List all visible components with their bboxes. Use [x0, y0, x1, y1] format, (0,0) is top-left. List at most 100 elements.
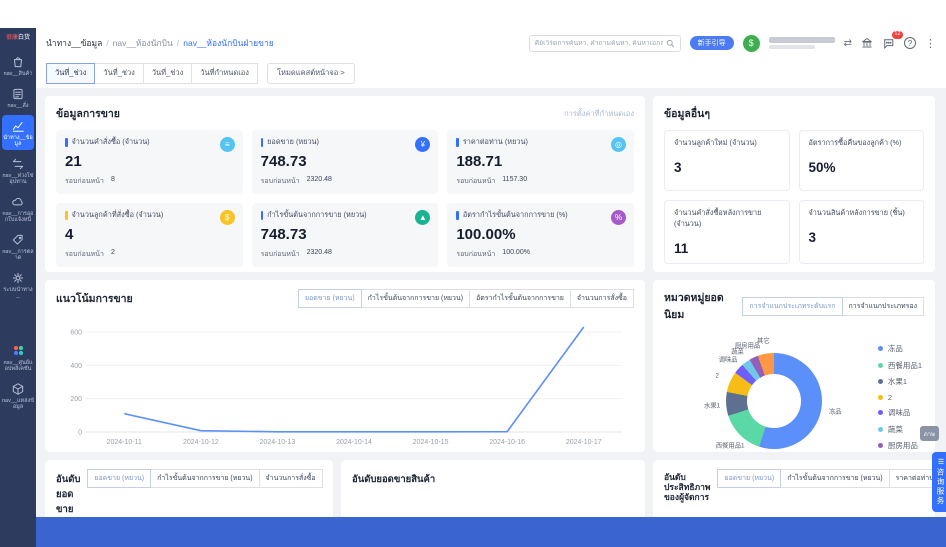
headset-icon: ☰: [937, 458, 944, 468]
messages-icon[interactable]: 12: [882, 37, 895, 50]
sales-trend-line-chart: 02004006002024-10-112024-10-122024-10-13…: [56, 316, 634, 448]
legend-item[interactable]: 蔬菜: [878, 424, 922, 435]
legend-item-label: 厨房用品: [888, 440, 918, 451]
legend-item-label: 蔬菜: [888, 424, 903, 435]
stat-card[interactable]: อัตรากำไรขั้นต้นจากการขาย (%)100.00%รอบก…: [447, 203, 634, 267]
svg-text:2024-10-13: 2024-10-13: [260, 439, 296, 446]
bottom-metric-tab-1[interactable]: ยอดขาย (หยวน): [87, 469, 151, 488]
legend-item[interactable]: 西餐用品1: [878, 360, 922, 371]
legend-item[interactable]: 调味品: [878, 407, 922, 418]
bottom-metric-tab-3[interactable]: ราคาต่อท่าน (หยวน): [889, 469, 935, 488]
stat-card-icon: ≡: [220, 137, 235, 152]
help-icon[interactable]: ?: [904, 37, 916, 49]
other-card-label: จำนวนคำสั่งซื้อหลังการขาย (จำนวน): [674, 208, 780, 230]
order-icon: [11, 87, 25, 101]
sidebar-item-9[interactable]: nav__แหล่งข้อมูล: [2, 378, 34, 413]
sidebar-item-label: ระบบนำทาง_: [2, 287, 34, 299]
stat-card[interactable]: จำนวนคำสั่งซื้อ (จำนวน)21รอบก่อนหน้า8≡: [56, 130, 243, 194]
breadcrumb-item[interactable]: nav__ห้องนักบิน: [113, 36, 173, 50]
stat-accent-bar: [261, 211, 264, 220]
breadcrumb-item[interactable]: นำทาง__ข้อมูล: [46, 36, 102, 50]
legend-color-dot: [878, 346, 883, 351]
donut-slice-label: 冻品: [829, 406, 842, 415]
bottom-panel-head: อันดับประสิทธิภาพของผู้จัดการยอดขาย (หยว…: [664, 469, 924, 502]
legend-item[interactable]: 厨房用品: [878, 440, 922, 451]
other-data-panel: ข้อมูลอื่นๆ จำนวนลูกค้าใหม่ (จำนวน)3อัตร…: [653, 96, 935, 272]
bottom-metric-tab-2[interactable]: กำไรขั้นต้นจากการขาย (หยวน): [150, 469, 259, 488]
date-range-tab-1[interactable]: วันที่_ช่วง: [46, 63, 95, 84]
other-data-card[interactable]: จำนวนสินค้าหลังการขาย (ชิ้น)3: [799, 200, 925, 264]
stat-card[interactable]: ราคาต่อท่าน (หยวน)188.71รอบก่อนหน้า1157.…: [447, 130, 634, 194]
donut-slice-label: 其它: [757, 335, 770, 344]
cast-mode-button[interactable]: โหมดแคสต์หน้าจอ >: [267, 63, 355, 84]
stat-card-title: ราคาต่อท่าน (หยวน): [456, 137, 625, 148]
other-card-value: 11: [674, 241, 780, 256]
stat-card[interactable]: กำไรขั้นต้นจากการขาย (หยวน)748.73รอบก่อน…: [252, 203, 439, 267]
bottom-metric-tab-2[interactable]: กำไรขั้นต้นจากการขาย (หยวน): [780, 469, 889, 488]
dashboard-content: ข้อมูลการขาย การตั้งค่าที่กำหนดเอง จำนวน…: [36, 88, 946, 517]
svg-text:2024-10-16: 2024-10-16: [489, 439, 525, 446]
sidebar-item-label: nav__แหล่งข้อมูล: [2, 398, 34, 410]
sidebar-item-7[interactable]: ระบบนำทาง_: [2, 267, 34, 302]
legend-color-dot: [878, 395, 883, 400]
newbie-guide-button[interactable]: 新手引导: [690, 36, 734, 50]
breadcrumb-item-current[interactable]: nav__ห้องนักบินฝ่ายขาย: [183, 36, 273, 50]
switch-account-icon[interactable]: ⇄: [844, 38, 852, 49]
bottom-metric-tab-3[interactable]: จำนวนการสั่งซื้อ: [259, 469, 323, 488]
category-level-tab-2[interactable]: การจำแนกประเภทรอง: [842, 297, 924, 316]
sidebar-item-5[interactable]: nav__การออกใบแจ้งหนี้: [2, 191, 34, 226]
stat-card[interactable]: จำนวนลูกค้าที่สั่งซื้อ (จำนวน)4รอบก่อนหน…: [56, 203, 243, 267]
bottom-metric-tab-1[interactable]: ยอดขาย (หยวน): [717, 469, 781, 488]
legend-item-label: 冻品: [888, 343, 903, 354]
date-range-tab-4[interactable]: วันที่กำหนดเอง: [191, 63, 258, 84]
breadcrumb: นำทาง__ข้อมูล / nav__ห้องนักบิน / nav__ห…: [46, 36, 274, 50]
stat-card-previous: รอบก่อนหน้า1157.30: [456, 176, 625, 187]
customer-service-ribbon[interactable]: ☰ 咨询服务: [932, 452, 946, 512]
legend-item[interactable]: 冻品: [878, 343, 922, 354]
trend-metric-tab-1[interactable]: ยอดขาย (หยวน): [298, 289, 362, 308]
sidebar-item-3[interactable]: นำทาง__ข้อมูล: [2, 115, 34, 150]
other-data-card[interactable]: จำนวนลูกค้าใหม่ (จำนวน)3: [664, 130, 790, 191]
stat-card-title: อัตรากำไรขั้นต้นจากการขาย (%): [456, 210, 625, 221]
category-level-tab-1[interactable]: การจำแนกประเภทระดับแรก: [742, 297, 842, 316]
sidebar-item-4[interactable]: nav__ห่วงโซ่อุปทาน: [2, 153, 34, 188]
sidebar-item-8[interactable]: nav__ศูนย์แอปพลิเคชัน: [2, 339, 34, 375]
legend-item[interactable]: 2: [878, 393, 922, 402]
workbench-icon[interactable]: [861, 37, 873, 49]
sidebar-item-1[interactable]: nav__สินค้า: [2, 51, 34, 80]
stat-card-title: ยอดขาย (หยวน): [261, 137, 430, 148]
custom-settings-link[interactable]: การตั้งค่าที่กำหนดเอง: [564, 108, 634, 120]
svg-text:400: 400: [70, 363, 82, 370]
stat-card-icon: %: [611, 210, 626, 225]
sales-data-panel: ข้อมูลการขาย การตั้งค่าที่กำหนดเอง จำนวน…: [45, 96, 645, 272]
trend-metric-tab-4[interactable]: จำนวนการสั่งซื้อ: [570, 289, 634, 308]
donut-ring[interactable]: [726, 353, 822, 449]
collapsed-side-tag[interactable]: ภาษ: [920, 426, 939, 441]
trend-metric-tab-3[interactable]: อัตรากำไรขั้นต้นจากการขาย: [469, 289, 571, 308]
other-data-card[interactable]: อัตราการซื้อคืนของลูกค้า (%)50%: [799, 130, 925, 191]
user-name-redacted[interactable]: [769, 37, 835, 49]
donut-hole: [747, 374, 801, 428]
app-logo: 很康白货: [6, 34, 30, 42]
sidebar-item-6[interactable]: nav__การตลาด: [2, 229, 34, 264]
other-card-label: จำนวนลูกค้าใหม่ (จำนวน): [674, 138, 780, 149]
breadcrumb-separator: /: [177, 38, 179, 48]
stat-card[interactable]: ยอดขาย (หยวน)748.73รอบก่อนหน้า2320.48¥: [252, 130, 439, 194]
stat-card-title: จำนวนคำสั่งซื้อ (จำนวน): [65, 137, 234, 148]
sales-trend-panel: แนวโน้มการขาย ยอดขาย (หยวน)กำไรขั้นต้นจา…: [45, 280, 645, 452]
sidebar-item-2[interactable]: nav__สั่ง: [2, 83, 34, 112]
search-input[interactable]: [535, 40, 663, 47]
avatar[interactable]: $: [743, 35, 760, 52]
stat-accent-bar: [456, 211, 459, 220]
legend-item-label: 水果1: [888, 376, 907, 387]
more-menu-icon[interactable]: ⋮: [925, 37, 936, 50]
stat-card-previous: รอบก่อนหน้า8: [65, 176, 234, 187]
bottom-panel-1: อันดับยอดขายของผู้ขายยอดขาย (หยวน)กำไรขั…: [45, 460, 333, 517]
date-range-tab-3[interactable]: วันที่_ช่วง: [143, 63, 192, 84]
legend-item[interactable]: 水果1: [878, 376, 922, 387]
legend-item-label: 调味品: [888, 407, 911, 418]
trend-metric-tab-2[interactable]: กำไรขั้นต้นจากการขาย (หยวน): [361, 289, 470, 308]
other-data-card[interactable]: จำนวนคำสั่งซื้อหลังการขาย (จำนวน) 11: [664, 200, 790, 264]
date-range-tab-2[interactable]: วันที่_ช่วง: [94, 63, 143, 84]
bottom-panel-3: อันดับประสิทธิภาพของผู้จัดการยอดขาย (หยว…: [653, 460, 935, 517]
